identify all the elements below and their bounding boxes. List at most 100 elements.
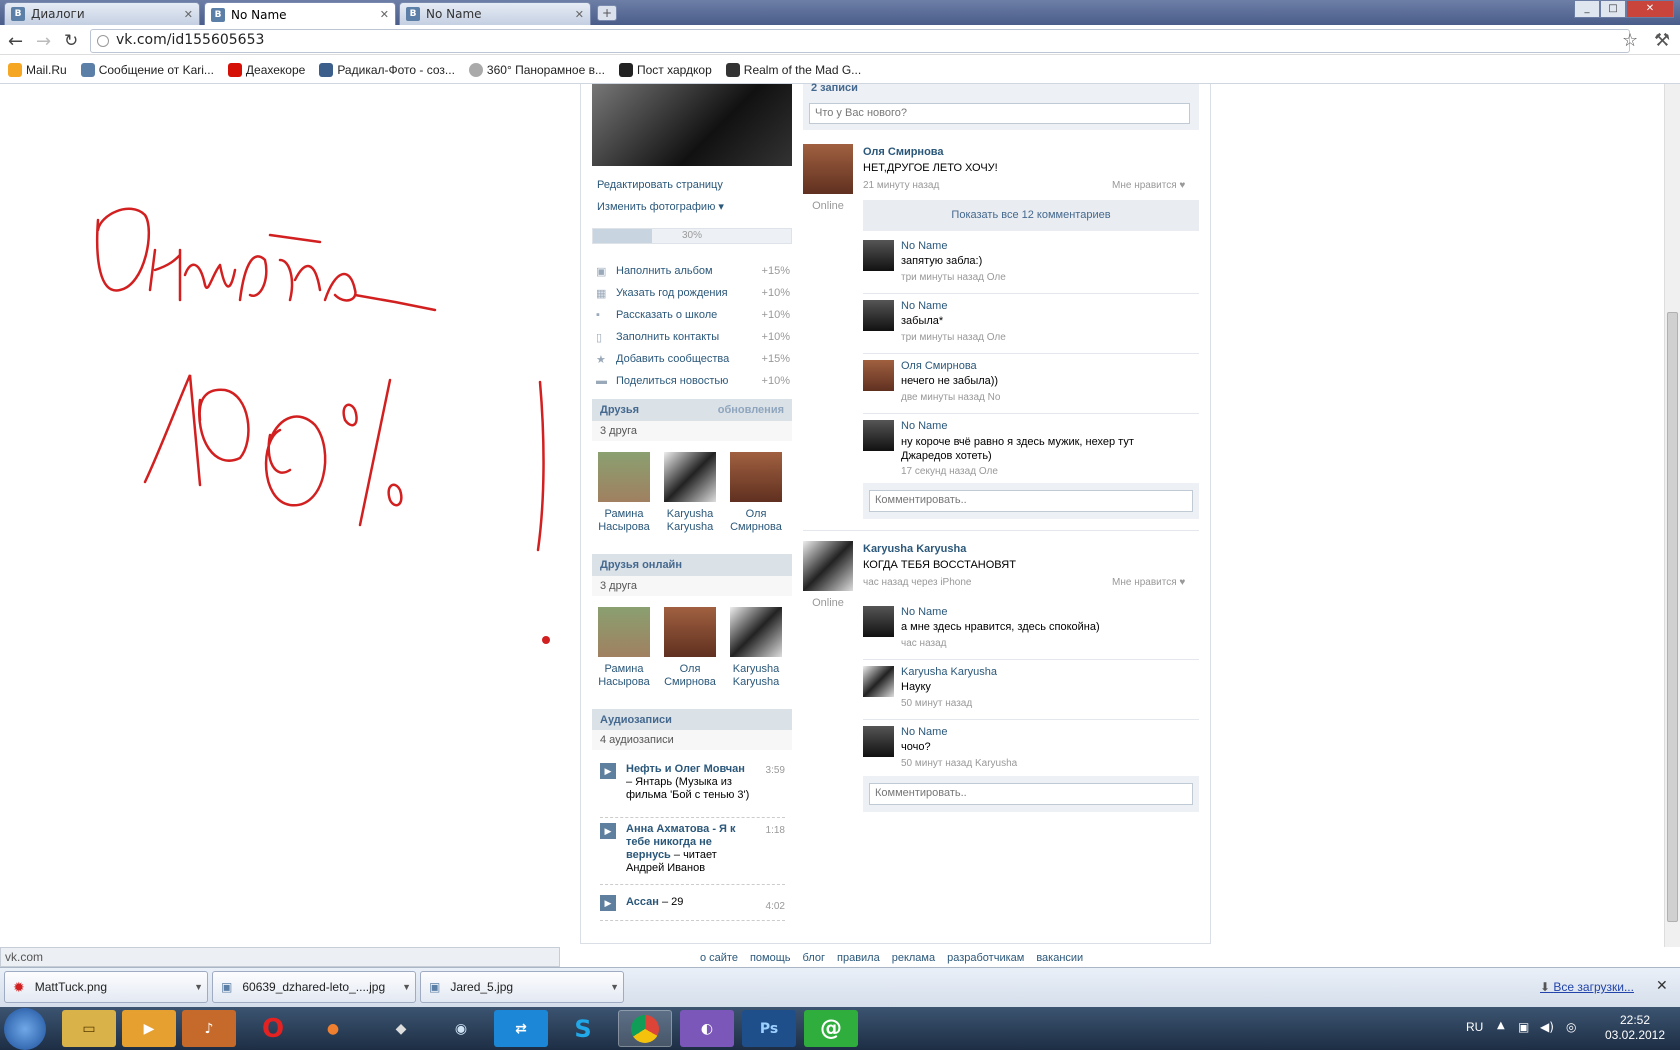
comment-avatar[interactable] <box>863 726 894 757</box>
minimize-button[interactable]: _ <box>1574 0 1600 18</box>
bookmark-radikal[interactable]: Радикал-Фото - соз... <box>319 62 455 77</box>
new-tab-button[interactable]: + <box>597 5 617 21</box>
language-indicator[interactable]: RU <box>1466 1020 1483 1034</box>
change-photo-link[interactable]: Изменить фотографию ▾ <box>597 200 724 213</box>
task-share-news[interactable]: ▬ Поделиться новостью +10% <box>596 370 790 392</box>
comment-avatar[interactable] <box>863 606 894 637</box>
explorer-taskbar-icon[interactable]: ▭ <box>62 1010 116 1047</box>
chevron-down-icon[interactable]: ▼ <box>402 982 411 992</box>
tray-app-icon[interactable]: ◎ <box>1566 1020 1576 1034</box>
clock[interactable]: 22:52 03.02.2012 <box>1600 1013 1670 1043</box>
photoshop-taskbar-icon[interactable]: Ps <box>742 1010 796 1047</box>
play-icon[interactable]: ▶ <box>600 823 616 839</box>
page-info-icon[interactable] <box>97 35 109 47</box>
show-all-comments-button[interactable]: Показать все 12 комментариев <box>863 200 1199 231</box>
teamviewer-taskbar-icon[interactable]: ⇄ <box>494 1010 548 1047</box>
post-avatar[interactable] <box>803 144 853 194</box>
media-player-taskbar-icon[interactable]: ▶ <box>122 1010 176 1047</box>
friend-avatar[interactable] <box>730 452 782 502</box>
friends-count[interactable]: 3 друга <box>592 421 792 441</box>
guitar-app-taskbar-icon[interactable]: ♪ <box>182 1010 236 1047</box>
network-icon[interactable]: ▣ <box>1518 1020 1529 1034</box>
comment-input[interactable]: Комментировать.. <box>869 490 1193 512</box>
download-item[interactable]: ✹ MattTuck.png ▼ <box>4 971 208 1003</box>
audio-track[interactable]: ▶ Нефть и Олег Мовчан – Янтарь (Музыка и… <box>600 763 785 818</box>
audio-track[interactable]: ▶ Ассан – 29 4:02 <box>600 895 785 921</box>
reload-icon[interactable]: ↻ <box>64 31 78 51</box>
friend-name[interactable]: Оля Смирнова <box>724 508 788 534</box>
start-button[interactable] <box>4 1008 46 1050</box>
post-author[interactable]: Karyusha Karyusha <box>863 543 966 555</box>
comment-avatar[interactable] <box>863 666 894 697</box>
game-taskbar-icon[interactable]: ● <box>306 1010 360 1047</box>
friends-updates-link[interactable]: обновления <box>718 399 784 421</box>
comment-input[interactable]: Комментировать.. <box>869 783 1193 805</box>
friend-name[interactable]: Karyusha Karyusha <box>724 663 788 689</box>
task-school[interactable]: ▪ Рассказать о школе +10% <box>596 304 790 326</box>
friend-name[interactable]: Рамина Насырова <box>592 663 656 689</box>
footer-blog[interactable]: блог <box>803 952 825 964</box>
play-icon[interactable]: ▶ <box>600 895 616 911</box>
footer-developers[interactable]: разработчикам <box>947 952 1024 964</box>
footer-rules[interactable]: правила <box>837 952 880 964</box>
post-time[interactable]: час назад через iPhone <box>863 577 971 588</box>
tab-dialogs[interactable]: B Диалоги ✕ <box>4 2 200 25</box>
post-author[interactable]: Оля Смирнова <box>863 146 944 158</box>
profile-photo[interactable] <box>592 84 792 166</box>
tab-noname-active[interactable]: B No Name ✕ <box>204 2 396 26</box>
task-album[interactable]: ▣ Наполнить альбом +15% <box>596 260 790 282</box>
friend-avatar[interactable] <box>664 452 716 502</box>
close-window-button[interactable]: ✕ <box>1626 0 1674 18</box>
friend-avatar[interactable] <box>664 607 716 657</box>
forward-icon[interactable]: → <box>36 31 51 52</box>
friend-avatar[interactable] <box>730 607 782 657</box>
skype-taskbar-icon[interactable]: S <box>556 1010 610 1047</box>
friends-header[interactable]: Друзья обновления <box>592 399 792 421</box>
friends-online-header[interactable]: Друзья онлайн <box>592 554 792 576</box>
bookmark-message[interactable]: Сообщение от Kari... <box>80 62 214 77</box>
bookmark-posthardcore[interactable]: Пост хардкор <box>618 62 712 77</box>
security-taskbar-icon[interactable]: ◆ <box>374 1010 428 1047</box>
close-icon[interactable]: ✕ <box>575 8 584 21</box>
task-communities[interactable]: ★ Добавить сообщества +15% <box>596 348 790 370</box>
torrent-taskbar-icon[interactable]: ◐ <box>680 1010 734 1047</box>
friend-name[interactable]: Оля Смирнова <box>658 663 722 689</box>
new-post-input[interactable]: Что у Вас нового? <box>809 103 1190 124</box>
address-bar[interactable] <box>90 29 1630 53</box>
footer-about[interactable]: о сайте <box>700 952 738 964</box>
friend-avatar[interactable] <box>598 607 650 657</box>
comment-avatar[interactable] <box>863 420 894 451</box>
show-hidden-icons[interactable]: ▲ <box>1497 1020 1505 1031</box>
task-contacts[interactable]: ▯ Заполнить контакты +10% <box>596 326 790 348</box>
task-birth-year[interactable]: ▦ Указать год рождения +10% <box>596 282 790 304</box>
volume-icon[interactable]: ◀) <box>1540 1020 1554 1034</box>
audio-track[interactable]: ▶ Анна Ахматова - Я к тебе никогда не ве… <box>600 823 785 885</box>
bookmark-lastfm[interactable]: Деахекоре <box>227 62 305 77</box>
back-icon[interactable]: ← <box>8 31 23 52</box>
post-avatar[interactable] <box>803 541 853 591</box>
post-time[interactable]: 21 минуту назад <box>863 180 939 191</box>
all-downloads-link[interactable]: ⬇ Все загрузки... <box>1540 980 1634 994</box>
like-button[interactable]: Мне нравится ♥ <box>1112 577 1185 588</box>
bookmark-mailru[interactable]: Mail.Ru <box>8 62 67 77</box>
friend-name[interactable]: Рамина Насырова <box>592 508 656 534</box>
chevron-down-icon[interactable]: ▼ <box>610 982 619 992</box>
close-icon[interactable]: ✕ <box>380 8 389 21</box>
mail-agent-taskbar-icon[interactable]: @ <box>804 1010 858 1047</box>
download-item[interactable]: ▣ Jared_5.jpg ▼ <box>420 971 624 1003</box>
page-scrollbar[interactable] <box>1664 84 1680 947</box>
tab-noname[interactable]: B No Name ✕ <box>399 2 591 25</box>
friend-name[interactable]: Karyusha Karyusha <box>658 508 722 534</box>
friends-online-count[interactable]: 3 друга <box>592 576 792 596</box>
friend-avatar[interactable] <box>598 452 650 502</box>
edit-page-link[interactable]: Редактировать страницу <box>597 179 723 191</box>
close-icon[interactable]: ✕ <box>184 8 193 21</box>
footer-ads[interactable]: реклама <box>892 952 935 964</box>
audio-count[interactable]: 4 аудиозаписи <box>592 730 792 750</box>
maximize-button[interactable]: □ <box>1600 0 1626 18</box>
footer-help[interactable]: помощь <box>750 952 791 964</box>
bookmark-realm[interactable]: Realm of the Mad G... <box>725 62 861 77</box>
audio-header[interactable]: Аудиозаписи <box>592 709 792 731</box>
wrench-icon[interactable]: ⚒ <box>1654 30 1670 51</box>
qip-taskbar-icon[interactable]: ◉ <box>434 1010 488 1047</box>
